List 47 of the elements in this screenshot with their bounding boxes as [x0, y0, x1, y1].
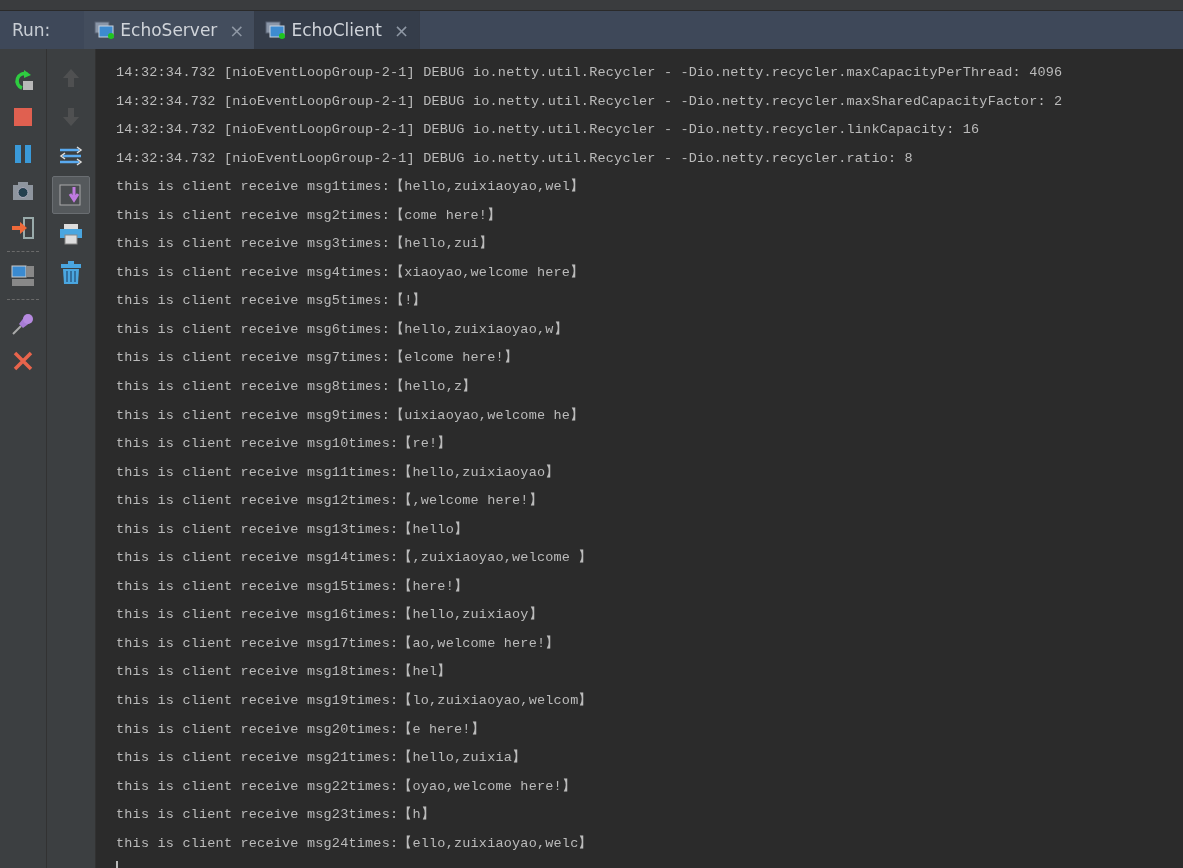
run-tab[interactable]: EchoServer × — [84, 11, 256, 49]
console-line: 14:32:34.732 [nioEventLoopGroup-2-1] DEBUG io.netty.util.Recycler - -Dio.netty.recycler.maxCapacityPerThread: 4096 — [116, 64, 1064, 82]
console-line: 14:32:34.732 [nioEventLoopGroup-2-1] DEBUG io.netty.util.Recycler - -Dio.netty.recycler.ratio: 8 — [116, 149, 914, 168]
console-line: this is client receive msg13times:【hello】 — [116, 520, 470, 539]
pause-icon[interactable] — [14, 143, 32, 164]
console-line: this is client receive msg7times:【elcome here!】 — [116, 348, 519, 368]
console-line: this is client receive msg14times:【,zuixiaoyao,welcome 】 — [116, 548, 594, 568]
console-line: this is client receive msg15times:【here!】 — [116, 577, 470, 596]
console-window-icon — [94, 21, 115, 39]
trash-icon[interactable] — [60, 261, 82, 285]
console-line: this is client receive msg21times:【hello,zuixia】 — [116, 748, 528, 768]
soft-wrap-icon[interactable] — [59, 145, 83, 167]
console-line: this is client receive msg5times:【!】 — [116, 291, 428, 311]
rerun-icon[interactable] — [12, 68, 34, 91]
console-line: 14:32:34.732 [nioEventLoopGroup-2-1] DEBUG io.netty.util.Recycler - -Dio.netty.recycler.maxSharedCapacityFactor: 2 — [116, 92, 1064, 111]
close-icon[interactable] — [13, 350, 33, 371]
console-line: this is client receive msg12times:【,welcome here!】 — [116, 491, 544, 511]
console-line: this is client receive msg11times:【hello,zuixiaoyao】 — [116, 463, 561, 482]
console-window-icon — [265, 21, 286, 39]
console-line: this is client receive msg2times:【come here!】 — [116, 206, 503, 225]
run-tab[interactable]: EchoClient × — [255, 11, 420, 49]
pin-icon[interactable] — [11, 311, 35, 336]
console-line: this is client receive msg23times:【h】 — [116, 805, 436, 825]
exit-icon[interactable] — [11, 216, 35, 239]
console-line: this is client receive msg3times:【hello,zui】 — [116, 234, 495, 254]
console-line: this is client receive msg20times:【e here!】 — [116, 720, 486, 739]
console-line: this is client receive msg17times:【ao,welcome here!】 — [116, 634, 561, 653]
console-line: this is client receive msg22times:【oyao,welcome here!】 — [116, 777, 578, 796]
console-line: this is client receive msg6times:【hello,zuixiaoyao,w】 — [116, 320, 569, 339]
console-line: this is client receive msg19times:【lo,zuixiaoyao,welcom】 — [116, 691, 594, 711]
console-line: 14:32:34.732 [nioEventLoopGroup-2-1] DEBUG io.netty.util.Recycler - -Dio.netty.recycler.linkCapacity: 16 — [116, 121, 981, 140]
console-line: this is client receive msg10times:【re!】 — [116, 434, 453, 454]
console-line: this is client receive msg9times:【uixiaoyao,welcome he】 — [116, 406, 586, 425]
stop-icon[interactable] — [13, 106, 33, 127]
console-line: this is client receive msg24times:【ello,zuixiaoyao,welc】 — [116, 834, 594, 853]
layout-icon[interactable] — [11, 264, 35, 287]
scroll-to-end-icon[interactable] — [59, 183, 83, 207]
printer-icon[interactable] — [59, 223, 83, 245]
console-line: this is client receive msg1times:【hello,zuixiaoyao,wel】 — [116, 177, 586, 197]
close-tab-button[interactable]: × — [229, 19, 245, 41]
console-line: this is client receive msg18times:【hel】 — [116, 662, 453, 682]
console-line: this is client receive msg4times:【xiaoyao,welcome here】 — [116, 263, 586, 282]
console-line: this is client receive msg8times:【hello,z】 — [116, 377, 478, 396]
camera-icon[interactable] — [12, 180, 34, 201]
run-label: Run: — [11, 20, 52, 40]
close-tab-button[interactable]: × — [393, 19, 409, 41]
console-line: this is client receive msg16times:【hello,zuixiaoy】 — [116, 605, 544, 625]
